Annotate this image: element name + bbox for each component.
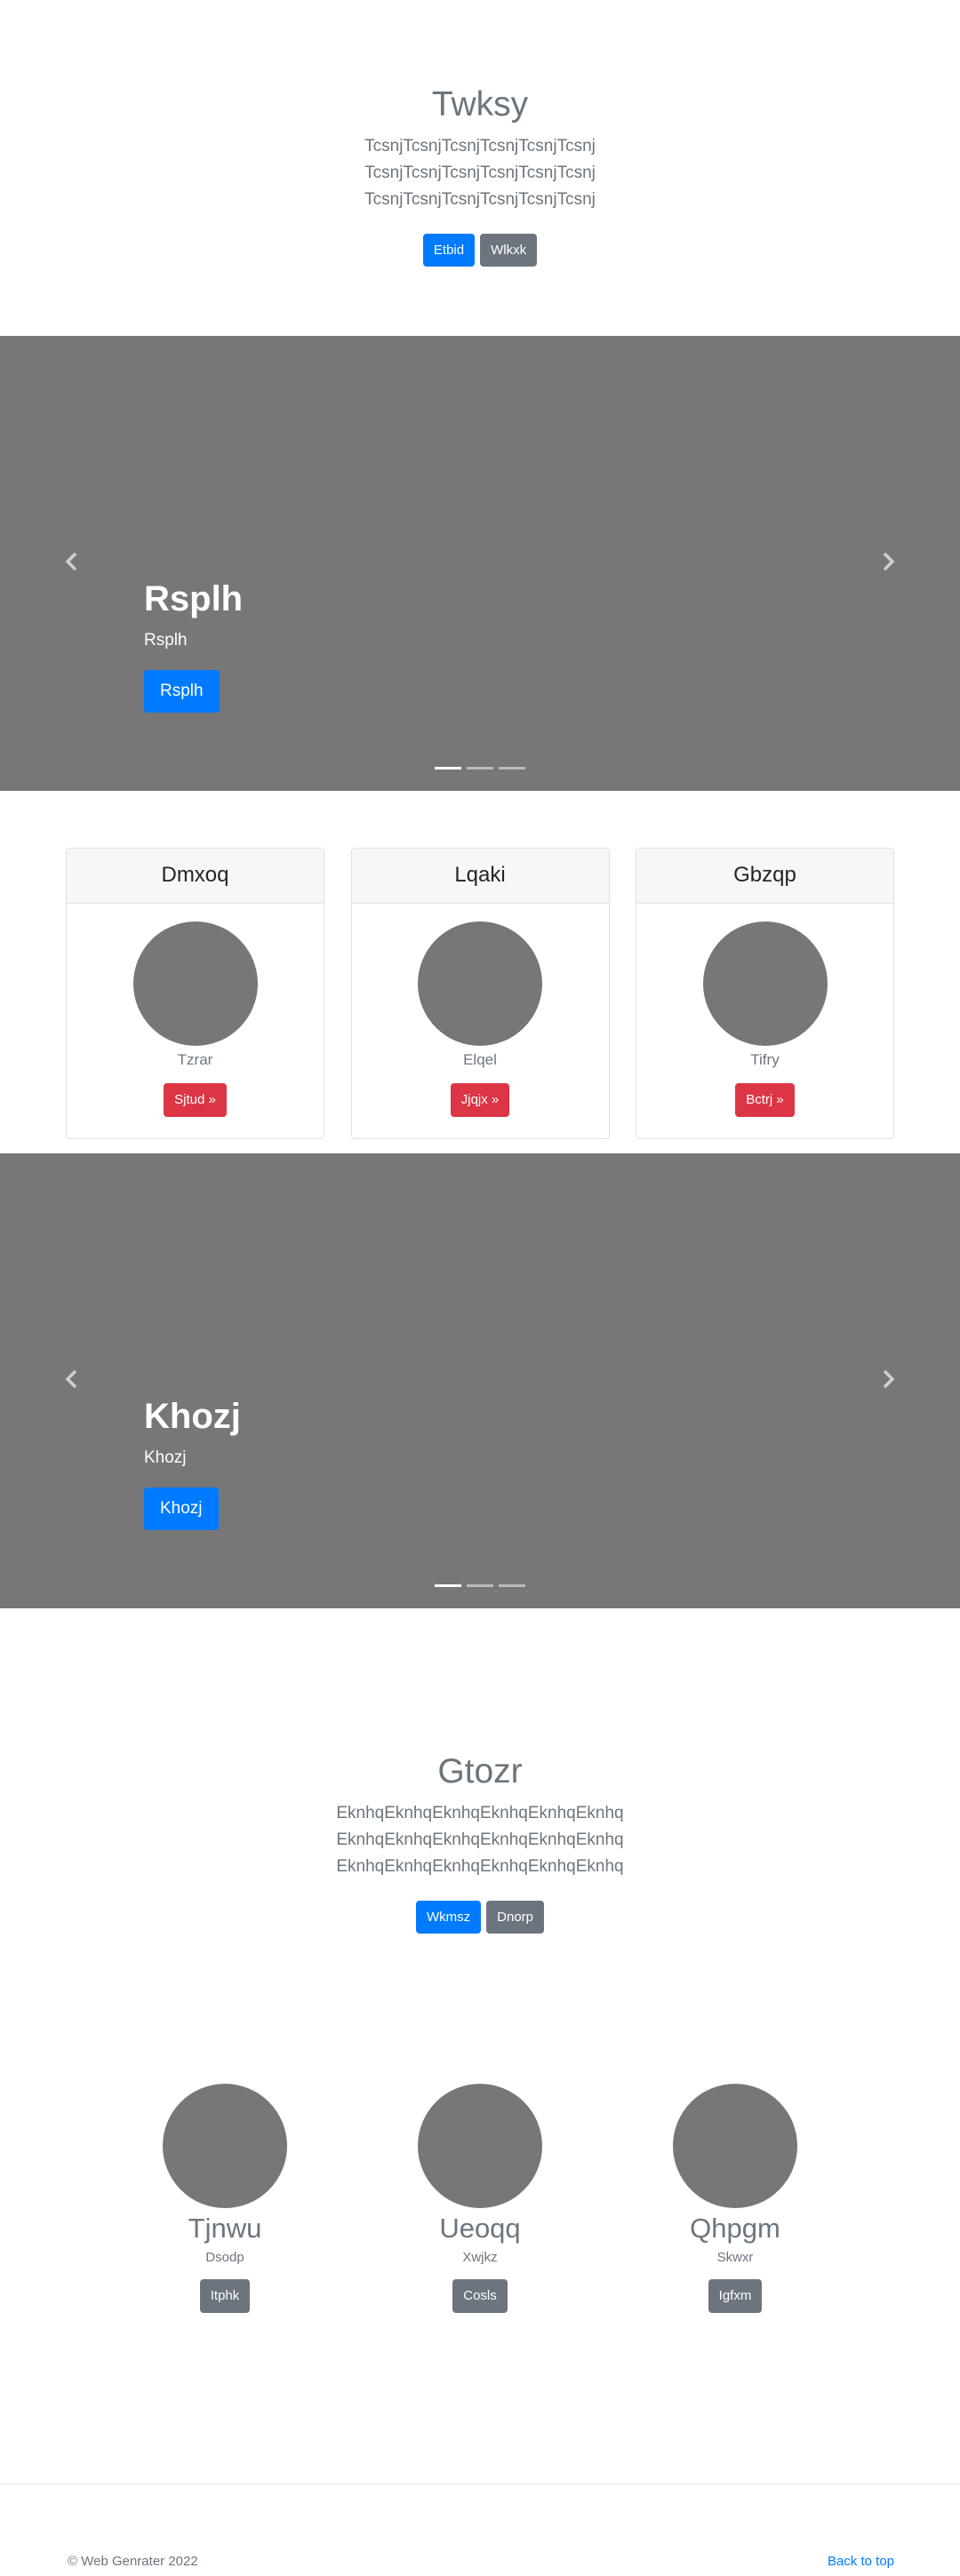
carousel-2-next-button[interactable]	[875, 1366, 901, 1392]
chevron-left-icon	[65, 552, 77, 571]
card-image-placeholder	[418, 921, 542, 1046]
hero-buttons: Etbid Wlkxk	[0, 233, 960, 267]
hero-section: Twksy TcsnjTcsnjTcsnjTcsnjTcsnjTcsnj Tcs…	[0, 84, 960, 267]
card-header: Lqaki	[351, 849, 609, 904]
team-member: Qhpgm Skwxr Igfxm	[637, 2084, 833, 2314]
carousel-2-button[interactable]: Khozj	[144, 1487, 219, 1530]
avatar	[418, 2084, 542, 2208]
intro-buttons: Wkmsz Dnorp	[0, 1900, 960, 1934]
carousel-1-prev-button[interactable]	[59, 548, 85, 575]
carousel-2-indicators	[0, 1584, 960, 1587]
carousel-1: Rsplh Rsplh Rsplh	[0, 336, 960, 791]
carousel-1-indicator-3[interactable]	[499, 767, 525, 770]
carousel-2-indicator-3[interactable]	[499, 1584, 525, 1587]
card-header: Gbzqp	[636, 849, 893, 904]
chevron-left-icon	[65, 1369, 77, 1389]
team-member: Tjnwu Dsodp Itphk	[127, 2084, 323, 2314]
intro-primary-button[interactable]: Wkmsz	[415, 1900, 482, 1934]
carousel-1-next-button[interactable]	[875, 548, 901, 575]
card: Gbzqp Tifry Bctrj »	[636, 848, 894, 1139]
card-text: Tifry	[750, 1051, 780, 1068]
card-image-placeholder	[702, 921, 828, 1046]
hero-lead-line-2: TcsnjTcsnjTcsnjTcsnjTcsnjTcsnj	[364, 189, 596, 209]
hero-secondary-button[interactable]: Wlkxk	[480, 233, 538, 267]
chevron-right-icon	[883, 552, 895, 571]
intro-section: Gtozr EknhqEknhqEknhqEknhqEknhqEknhq Ekn…	[0, 1751, 960, 1934]
carousel-1-button[interactable]: Rsplh	[144, 670, 220, 713]
member-role: Dsodp	[205, 2250, 244, 2266]
card: Lqaki Elqel Jjqjx »	[350, 848, 610, 1139]
carousel-1-heading: Rsplh	[144, 579, 244, 618]
carousel-1-text: Rsplh	[144, 631, 188, 650]
carousel-2: Khozj Khozj Khozj	[0, 1153, 960, 1608]
carousel-2-caption: Khozj Khozj Khozj	[144, 1395, 241, 1530]
member-button[interactable]: Itphk	[199, 2279, 251, 2314]
intro-secondary-button[interactable]: Dnorp	[486, 1900, 544, 1934]
carousel-2-prev-button[interactable]	[59, 1366, 85, 1392]
carousel-2-indicator-1[interactable]	[435, 1584, 461, 1587]
card-image-placeholder	[132, 921, 258, 1046]
avatar	[163, 2084, 287, 2208]
carousel-1-indicator-1[interactable]	[435, 767, 461, 770]
card-deck: Dmxoq Tzrar Sjtud » Lqaki Elqel Jjqjx » …	[66, 848, 894, 1139]
carousel-2-text: Khozj	[144, 1448, 187, 1467]
carousel-1-caption: Rsplh Rsplh Rsplh	[144, 578, 243, 713]
intro-lead: EknhqEknhqEknhqEknhqEknhqEknhq EknhqEknh…	[293, 1800, 667, 1880]
team-member: Ueoqq Xwjkz Cosls	[382, 2084, 578, 2314]
card-button[interactable]: Jjqjx »	[450, 1083, 510, 1117]
hero-title: Twksy	[431, 85, 529, 124]
carousel-2-heading: Khozj	[144, 1397, 241, 1436]
card-button[interactable]: Bctrj »	[735, 1083, 795, 1117]
card-button[interactable]: Sjtud »	[164, 1083, 227, 1117]
hero-primary-button[interactable]: Etbid	[422, 233, 476, 267]
member-name: Ueoqq	[439, 2213, 521, 2244]
member-name: Qhpgm	[690, 2213, 780, 2244]
carousel-1-indicator-2[interactable]	[467, 767, 493, 770]
hero-lead-line-1: TcsnjTcsnjTcsnjTcsnjTcsnjTcsnj TcsnjTcsn…	[364, 136, 596, 182]
carousel-2-indicator-2[interactable]	[467, 1584, 493, 1587]
footer-copyright: © Web Genrater 2022	[68, 2554, 198, 2569]
hero-lead: TcsnjTcsnjTcsnjTcsnjTcsnjTcsnj TcsnjTcsn…	[249, 133, 711, 213]
intro-title: Gtozr	[437, 1752, 523, 1790]
back-to-top-link[interactable]: Back to top	[828, 2554, 894, 2569]
team-section: Tjnwu Dsodp Itphk Ueoqq Xwjkz Cosls Qhpg…	[0, 2084, 960, 2315]
intro-lead-line-2: EknhqEknhqEknhqEknhqEknhqEknhq	[336, 1830, 624, 1849]
footer: © Web Genrater 2022 Back to top	[0, 2484, 960, 2576]
card-text: Elqel	[463, 1051, 497, 1068]
member-role: Xwjkz	[462, 2250, 498, 2266]
intro-lead-line-1: EknhqEknhqEknhqEknhqEknhqEknhq	[336, 1803, 624, 1822]
member-role: Skwxr	[716, 2250, 754, 2266]
intro-lead-line-3: EknhqEknhqEknhqEknhqEknhqEknhq	[336, 1856, 624, 1876]
card-header: Dmxoq	[67, 849, 324, 904]
card-text: Tzrar	[177, 1051, 213, 1068]
member-button[interactable]: Cosls	[452, 2279, 508, 2314]
member-name: Tjnwu	[188, 2213, 262, 2244]
carousel-1-indicators	[0, 767, 960, 770]
member-button[interactable]: Igfxm	[708, 2279, 763, 2314]
avatar	[673, 2084, 797, 2208]
card: Dmxoq Tzrar Sjtud »	[66, 848, 324, 1139]
chevron-right-icon	[883, 1369, 895, 1389]
